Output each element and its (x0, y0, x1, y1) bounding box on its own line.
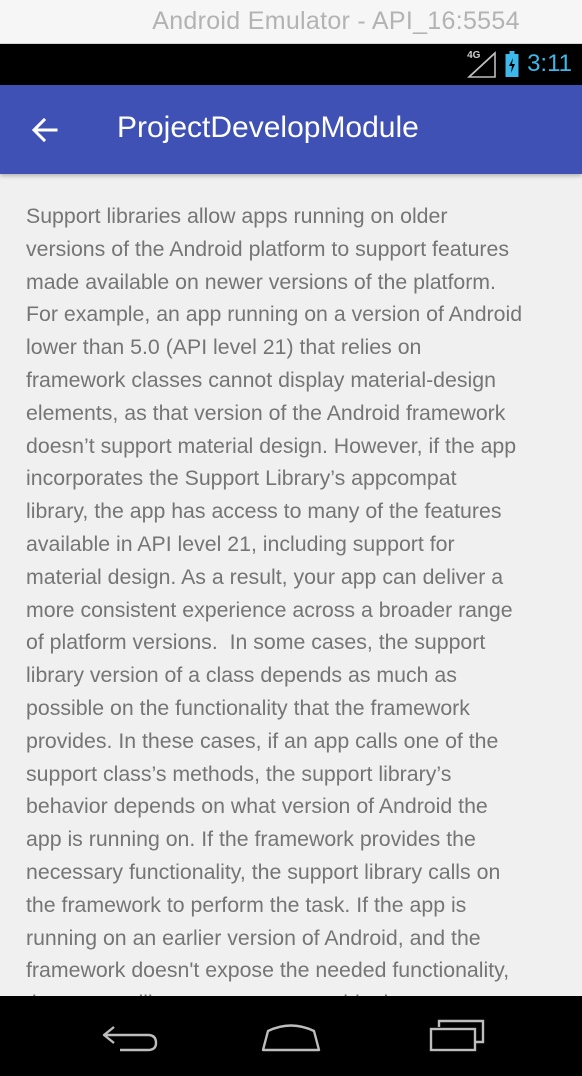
signal-indicator: 4G (465, 50, 497, 78)
back-button[interactable] (22, 107, 68, 153)
recents-nav-icon (429, 1019, 485, 1052)
status-bar: 4G 3:11 (0, 44, 582, 85)
nav-recents-button[interactable] (420, 1016, 490, 1056)
emulator-title: Android Emulator - API_16:5554 (152, 7, 520, 35)
nav-back-button[interactable] (95, 1016, 165, 1056)
battery-icon (505, 51, 519, 77)
emulator-title-bar: Android Emulator - API_16:5554 (0, 0, 582, 44)
content-scroll-area[interactable]: Support libraries allow apps running on … (26, 200, 561, 996)
nav-home-button[interactable] (256, 1016, 326, 1056)
home-nav-icon (261, 1024, 321, 1052)
app-toolbar: ProjectDevelopModule (0, 85, 582, 174)
body-text: Support libraries allow apps running on … (26, 204, 523, 996)
navigation-bar (0, 996, 582, 1076)
toolbar-title: ProjectDevelopModule (117, 111, 419, 144)
arrow-back-icon (31, 117, 58, 143)
emulator-window: Android Emulator - API_16:5554 4G 3:11 P… (0, 0, 582, 1076)
status-icons: 4G 3:11 (465, 49, 572, 79)
signal-icon (467, 51, 496, 78)
status-clock: 3:11 (527, 50, 572, 77)
back-nav-icon (102, 1026, 158, 1052)
